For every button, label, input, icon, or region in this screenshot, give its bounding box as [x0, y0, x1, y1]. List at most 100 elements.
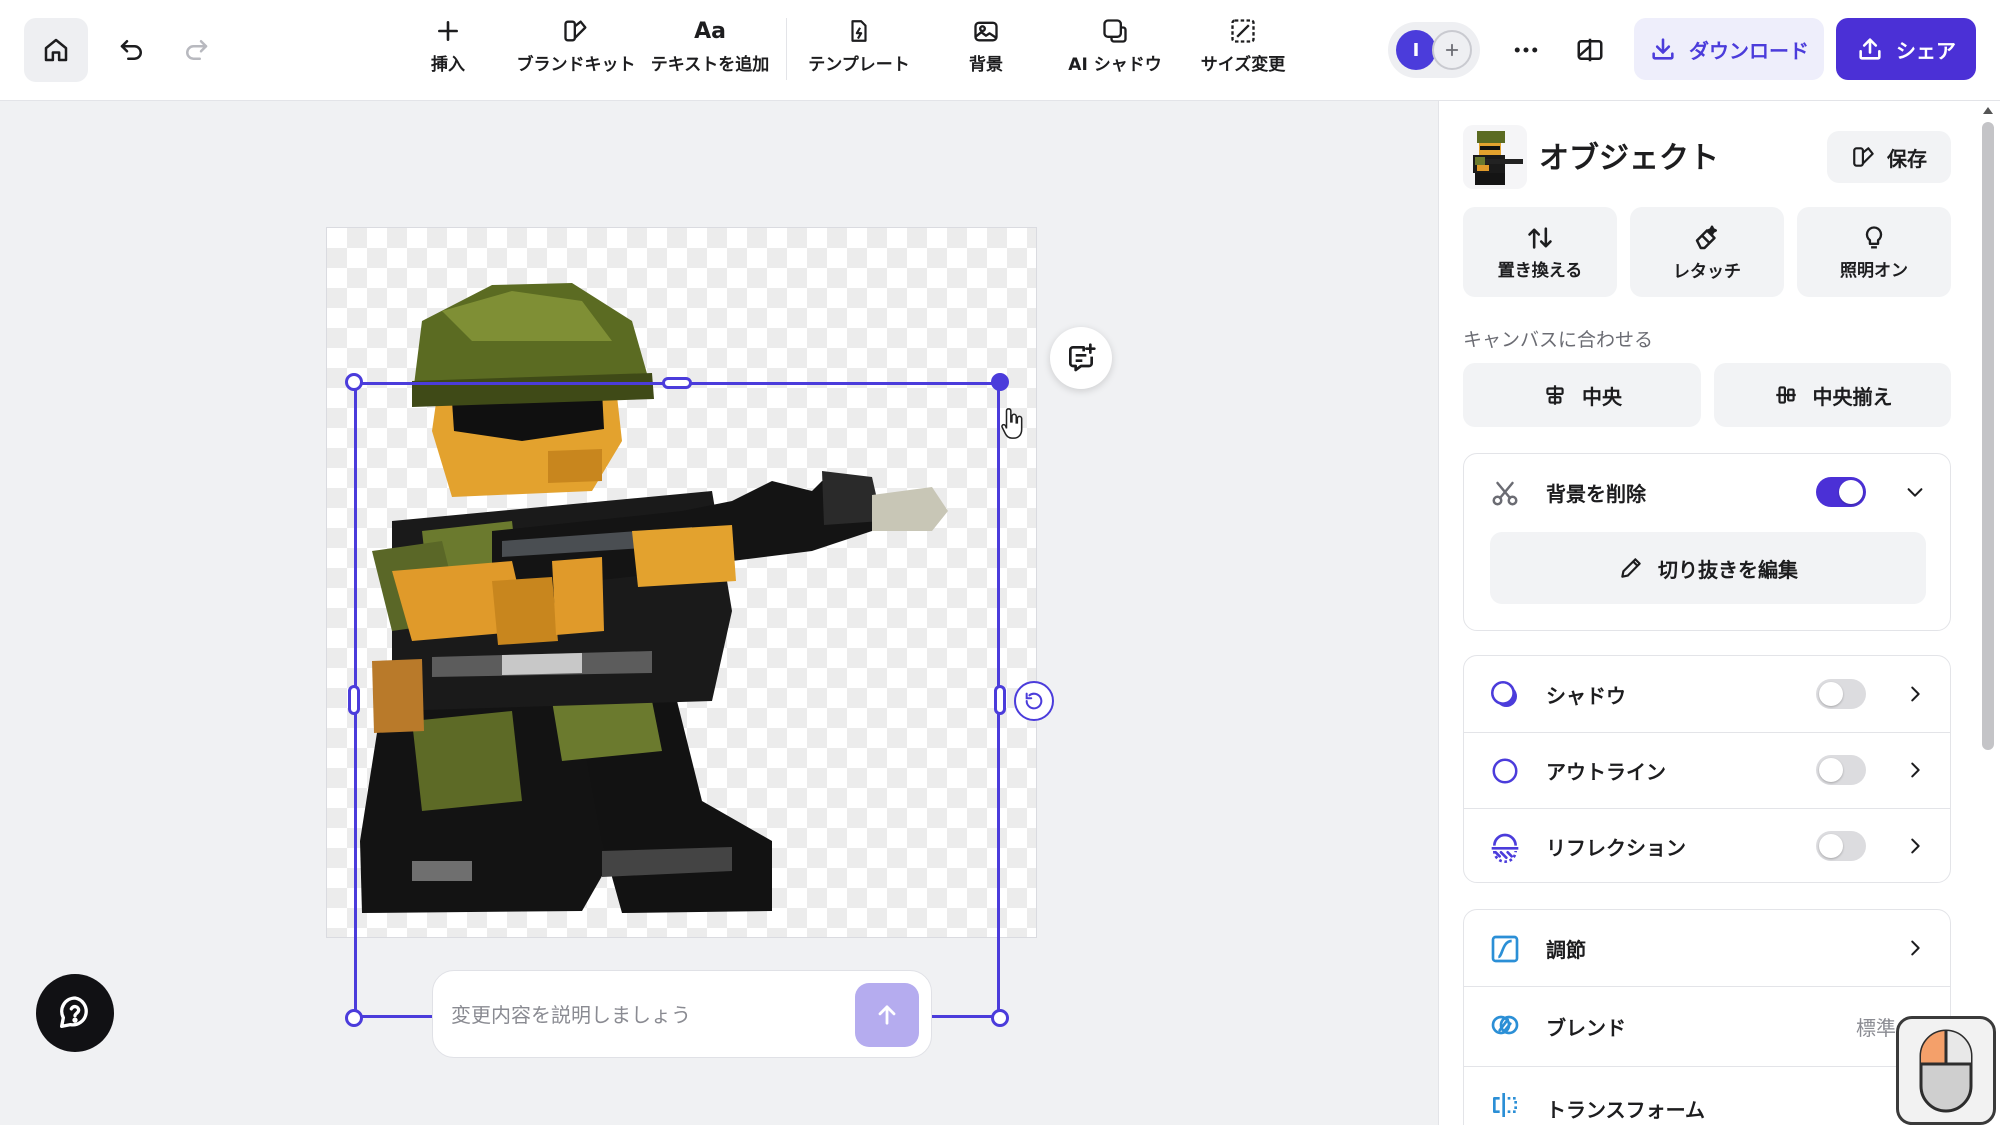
more-options-button[interactable] [1500, 22, 1552, 78]
object-thumbnail-image [1473, 131, 1523, 185]
blend-row[interactable]: ブレンド 標準 [1464, 986, 1950, 1066]
arrow-up-icon [878, 1005, 896, 1025]
canvas-area [0, 101, 1438, 1125]
outline-row[interactable]: アウトライン [1464, 732, 1950, 808]
add-text-tool-button[interactable]: Aa テキストを追加 [650, 14, 770, 86]
align-middle-button[interactable]: 中央揃え [1714, 363, 1951, 427]
more-dots-icon [1514, 47, 1538, 53]
save-button[interactable]: 保存 [1827, 131, 1951, 183]
reflection-toggle[interactable] [1816, 831, 1866, 861]
add-collaborator-button[interactable] [1432, 30, 1472, 70]
shadow-label: シャドウ [1546, 683, 1626, 708]
avatar[interactable]: I [1396, 30, 1436, 70]
transform-row[interactable]: トランスフォーム [1464, 1066, 1950, 1125]
insert-tool-label: 挿入 [431, 55, 465, 75]
save-brand-icon [1853, 147, 1874, 167]
outline-icon [1492, 758, 1518, 784]
resize-handle-bottom-left[interactable] [345, 1009, 363, 1027]
undo-button[interactable] [104, 18, 160, 82]
home-button[interactable] [24, 18, 88, 82]
replace-button[interactable]: 置き換える [1463, 207, 1617, 297]
expand-remove-background-button[interactable] [1902, 478, 1928, 506]
share-upload-icon [1859, 38, 1881, 60]
chevron-right-icon [1911, 940, 1920, 956]
remove-background-toggle[interactable] [1816, 477, 1866, 507]
edit-cutout-button[interactable]: 切り抜きを編集 [1490, 532, 1926, 604]
mouse-indicator-overlay [1896, 1016, 1996, 1125]
download-button[interactable]: ダウンロード [1634, 18, 1824, 80]
blend-label: ブレンド [1546, 1015, 1626, 1040]
transform-icon [1493, 1093, 1517, 1117]
transform-label: トランスフォーム [1546, 1097, 1705, 1122]
center-button[interactable]: 中央 [1463, 363, 1701, 427]
undo-icon [120, 40, 142, 60]
center-label: 中央 [1582, 384, 1622, 409]
redo-icon [186, 40, 208, 60]
pencil-icon [1621, 558, 1641, 578]
shadow-row[interactable]: シャドウ [1464, 656, 1950, 732]
resize-handle-left[interactable] [348, 685, 360, 715]
redo-button[interactable] [168, 18, 224, 82]
blend-icon [1491, 1015, 1519, 1035]
retouch-button[interactable]: レタッチ [1630, 207, 1784, 297]
chevron-down-icon [1907, 488, 1923, 497]
retouch-eraser-icon [1695, 225, 1717, 249]
adjust-row[interactable]: 調節 [1464, 910, 1950, 986]
template-tool-button[interactable]: テンプレート [808, 14, 910, 86]
ai-shadow-tool-button[interactable]: AI シャドウ [1068, 14, 1162, 86]
resize-handle-top-right[interactable] [991, 373, 1009, 391]
comment-add-icon [1069, 343, 1096, 372]
align-middle-icon [1775, 386, 1796, 404]
outline-label: アウトライン [1546, 759, 1666, 784]
resize-handle-bottom-right[interactable] [991, 1009, 1009, 1027]
align-center-icon [1546, 385, 1564, 405]
help-button[interactable] [36, 974, 114, 1052]
remove-background-card: 背景を削除 切り抜きを編集 [1463, 453, 1951, 631]
chevron-right-icon [1911, 838, 1920, 854]
retouch-label: レタッチ [1673, 261, 1741, 282]
remove-background-row: 背景を削除 [1464, 454, 1950, 530]
template-tool-label: テンプレート [808, 55, 910, 75]
properties-panel: オブジェクト 保存 置き換える レタッチ 照明オン キャンバスに合わせる 中央 … [1438, 101, 1980, 1125]
adjust-label: 調節 [1546, 937, 1586, 962]
text-aa-icon: Aa [694, 18, 726, 44]
chevron-right-icon [1911, 762, 1920, 778]
background-icon [974, 21, 998, 42]
share-button[interactable]: シェア [1836, 18, 1976, 80]
brand-kit-tool-button[interactable]: ブランドキット [517, 14, 636, 86]
compare-view-button[interactable] [1564, 22, 1616, 78]
align-middle-label: 中央揃え [1812, 384, 1893, 409]
adjust-curve-icon [1491, 935, 1519, 963]
background-tool-button[interactable]: 背景 [958, 14, 1014, 86]
shadow-icon [1491, 681, 1517, 707]
lighting-button[interactable]: 照明オン [1797, 207, 1951, 297]
scrollbar-thumb[interactable] [1982, 122, 1994, 750]
resize-tool-button[interactable]: サイズ変更 [1200, 14, 1286, 86]
compare-icon [1577, 38, 1603, 62]
panel-title: オブジェクト [1539, 141, 1719, 176]
resize-icon [1231, 19, 1255, 43]
resize-handle-right[interactable] [994, 685, 1006, 715]
edit-cutout-label: 切り抜きを編集 [1658, 557, 1798, 582]
resize-handle-top[interactable] [662, 377, 692, 389]
top-toolbar: 挿入 ブランドキット Aa テキストを追加 テンプレート 背景 AI シャドウ … [0, 0, 2000, 101]
home-icon [44, 38, 68, 62]
outline-toggle[interactable] [1816, 755, 1866, 785]
ai-shadow-tool-label: AI シャドウ [1068, 55, 1162, 75]
help-question-icon [60, 996, 88, 1028]
object-thumbnail [1463, 125, 1527, 189]
reflection-label: リフレクション [1546, 835, 1686, 860]
rotate-handle[interactable] [1014, 681, 1054, 721]
resize-handle-top-left[interactable] [345, 373, 363, 391]
insert-tool-button[interactable]: 挿入 [418, 14, 478, 86]
fit-section-label: キャンバスに合わせる [1463, 329, 1654, 351]
prompt-input[interactable] [451, 997, 831, 1033]
reflection-row[interactable]: リフレクション [1464, 808, 1950, 884]
shadow-toggle[interactable] [1816, 679, 1866, 709]
add-comment-button[interactable] [1050, 327, 1112, 389]
blend-mode-value: 標準 [1856, 1015, 1896, 1040]
send-button[interactable] [855, 983, 919, 1047]
scroll-up-arrow-icon[interactable] [1982, 104, 1994, 118]
hand-cursor-icon [1001, 408, 1023, 439]
add-text-tool-label: テキストを追加 [650, 55, 770, 75]
